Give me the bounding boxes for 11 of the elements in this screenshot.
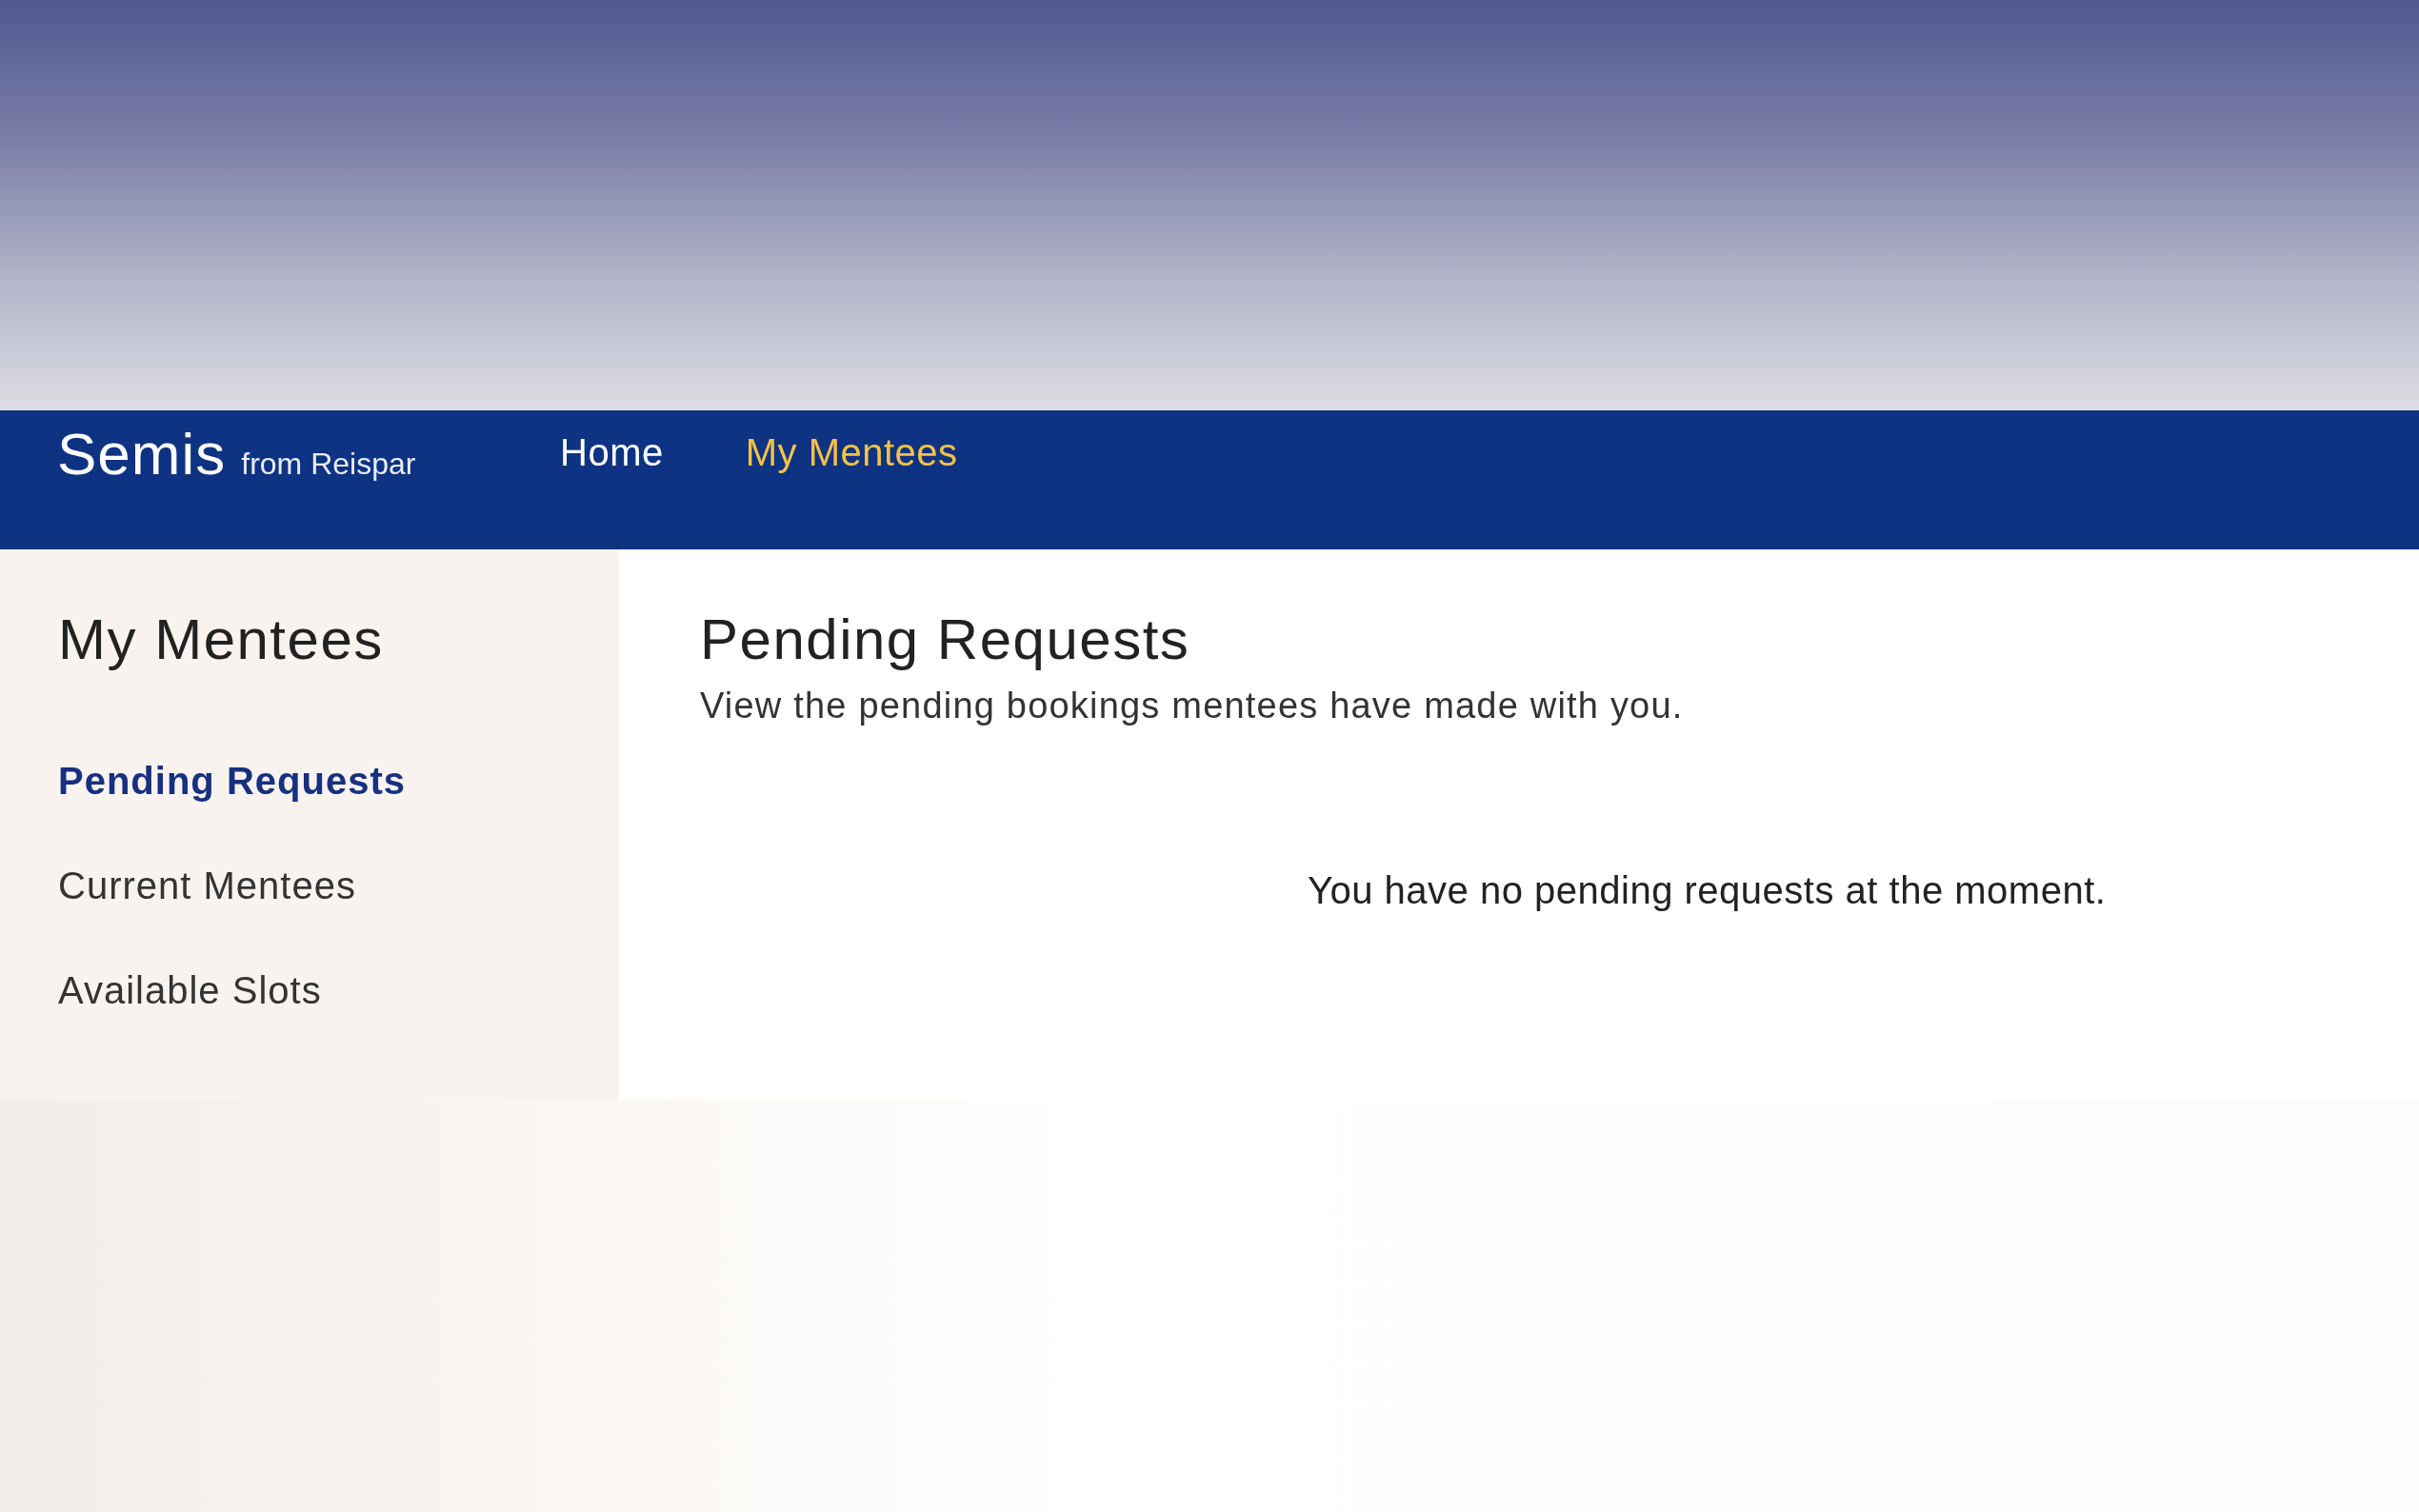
brand-logo[interactable]: Semis (57, 420, 227, 487)
page-title: Pending Requests (700, 607, 1191, 672)
brand-byline: from Reispar (241, 447, 416, 482)
page-subtitle: View the pending bookings mentees have made with you. (700, 686, 1685, 726)
sidebar-item[interactable]: Pending Requests (58, 760, 619, 803)
sidebar-item[interactable]: Available Slots (58, 969, 619, 1012)
sidebar-item[interactable]: Current Mentees (58, 865, 619, 907)
empty-message: You have no pending requests at the moment. (1308, 869, 2108, 912)
sidebar-title: My Mentees (58, 607, 385, 672)
nav-link[interactable]: My Mentees (745, 431, 958, 474)
nav-link[interactable]: Home (560, 431, 664, 474)
